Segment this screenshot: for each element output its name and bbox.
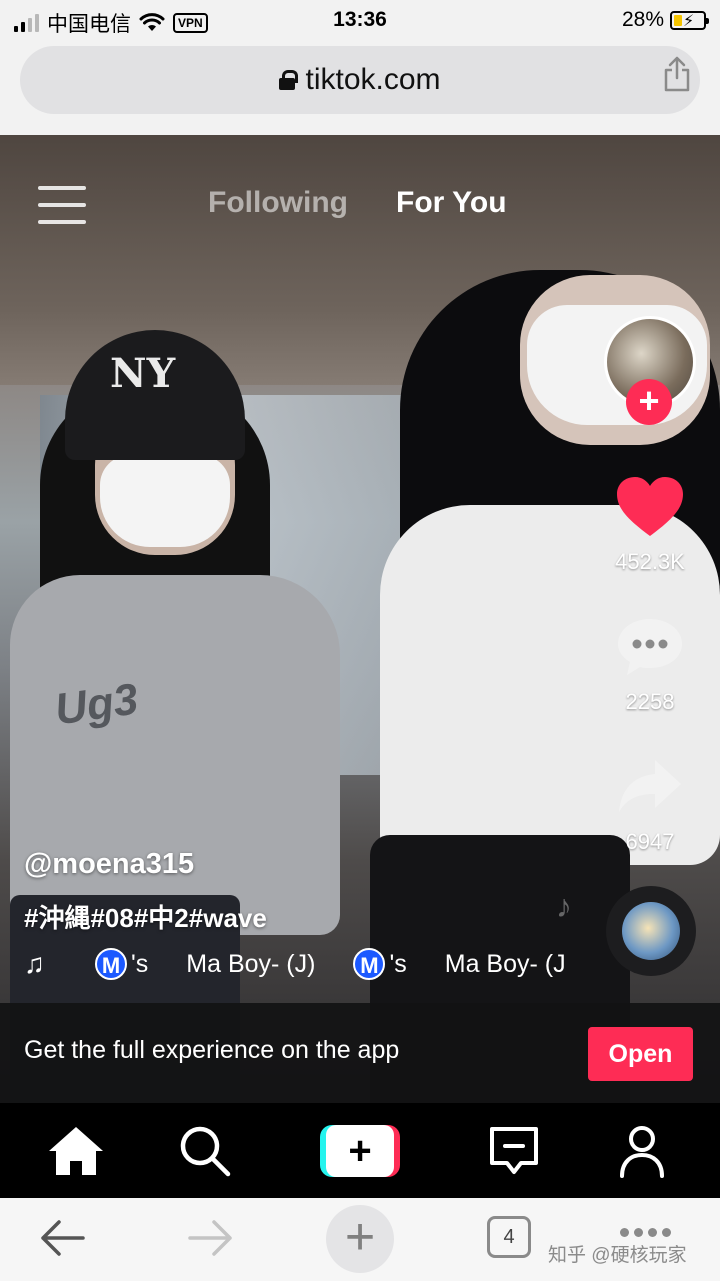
- like-button[interactable]: 452.3K: [600, 476, 700, 575]
- signal-icon: [14, 14, 39, 32]
- create-button[interactable]: +: [320, 1125, 400, 1177]
- status-bar: 中国电信 VPN 13:36 28% ⚡: [0, 0, 720, 40]
- open-app-button[interactable]: Open: [588, 1027, 693, 1081]
- watermark-text: 知乎 @硬核玩家: [548, 1245, 687, 1266]
- home-icon: [49, 1127, 103, 1175]
- new-tab-button[interactable]: +: [326, 1205, 394, 1273]
- share-count: 6947: [625, 829, 675, 854]
- share-arrow-icon: [619, 760, 681, 812]
- plus-icon: +: [326, 1125, 394, 1177]
- caption-hashtags[interactable]: #沖縄#08#中2#wave: [24, 898, 267, 935]
- music-part: M 's: [353, 948, 407, 980]
- battery-percent: 28%: [621, 8, 664, 31]
- cap-logo: NY: [110, 350, 176, 397]
- menu-icon[interactable]: [38, 186, 86, 224]
- person-left-shirt: [10, 575, 340, 935]
- address-bar-container: tiktok.com: [0, 40, 720, 135]
- music-part: Ma Boy- (J): [186, 950, 315, 979]
- lock-icon: [279, 70, 299, 90]
- address-bar[interactable]: tiktok.com: [20, 46, 700, 114]
- share-icon[interactable]: [662, 56, 692, 92]
- back-arrow-icon[interactable]: [37, 1216, 87, 1260]
- music-part: M 's: [95, 948, 148, 980]
- m-badge-icon: M: [353, 948, 386, 980]
- music-marquee[interactable]: ♫ M 's Ma Boy- (J) M 's Ma Boy- (J): [24, 947, 564, 981]
- tab-inbox[interactable]: [484, 1121, 544, 1181]
- tab-profile[interactable]: [612, 1121, 672, 1181]
- status-left: 中国电信 VPN: [14, 8, 208, 38]
- tiktok-tab-bar: +: [0, 1103, 720, 1198]
- heart-icon: [617, 477, 683, 536]
- charging-bolt-icon: ⚡: [683, 12, 695, 30]
- vpn-badge: VPN: [173, 13, 208, 33]
- tab-for-you[interactable]: For You: [396, 186, 507, 220]
- battery-level-fill: [674, 14, 682, 26]
- music-cover: [622, 902, 680, 960]
- comment-count: 2258: [625, 689, 675, 714]
- carrier-name: 中国电信: [47, 13, 131, 36]
- follow-plus-icon[interactable]: +: [626, 379, 672, 425]
- battery-icon: ⚡: [670, 10, 709, 30]
- music-note-icon: ♫: [24, 948, 45, 979]
- forward-arrow-icon[interactable]: [186, 1216, 236, 1260]
- music-disc[interactable]: [606, 886, 696, 976]
- wifi-icon: [139, 13, 165, 31]
- creator-username[interactable]: @moena315: [24, 848, 194, 881]
- search-icon: [180, 1126, 231, 1177]
- person-left-mask: [100, 455, 230, 547]
- comment-button[interactable]: 2258: [600, 616, 700, 715]
- music-text: Ma Boy- (J): [186, 949, 316, 978]
- more-menu-icon[interactable]: [620, 1228, 671, 1237]
- banner-text: Get the full experience on the app: [24, 1036, 400, 1064]
- like-count: 452.3K: [615, 549, 685, 574]
- url-text: tiktok.com: [305, 63, 441, 96]
- m-badge-icon: M: [95, 948, 127, 980]
- tab-home[interactable]: [46, 1121, 106, 1181]
- profile-icon: [620, 1126, 664, 1178]
- floating-note-icon: ♪: [556, 888, 572, 924]
- open-app-banner: Get the full experience on the app Open: [0, 1003, 720, 1103]
- comment-icon: [618, 619, 682, 675]
- music-part: Ma Boy- (J): [445, 950, 564, 979]
- music-text: 's: [131, 949, 149, 978]
- music-text: Ma Boy- (J): [444, 949, 564, 978]
- tabs-count-button[interactable]: 4: [487, 1216, 531, 1258]
- music-text: 's: [389, 949, 407, 978]
- share-button[interactable]: 6947: [600, 756, 700, 855]
- status-right: 28% ⚡: [621, 8, 709, 32]
- tab-following[interactable]: Following: [208, 186, 348, 220]
- inbox-icon: [490, 1127, 538, 1174]
- tab-discover[interactable]: [175, 1121, 235, 1181]
